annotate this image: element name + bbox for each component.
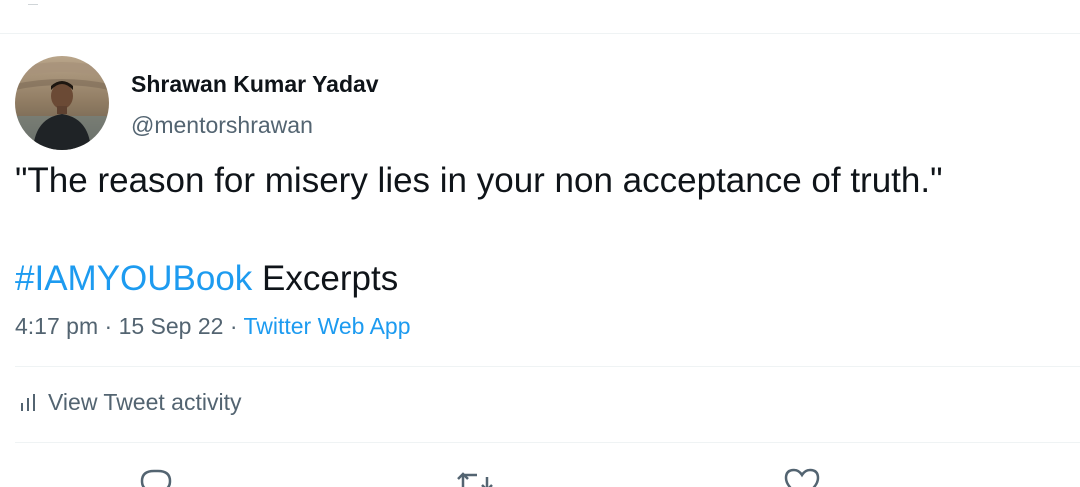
retweet-button[interactable] bbox=[455, 465, 495, 487]
profile-photo-icon bbox=[15, 56, 109, 150]
tweet-text-hashtag-line: #IAMYOUBook Excerpts bbox=[15, 256, 398, 302]
tweet-source-link[interactable]: Twitter Web App bbox=[243, 313, 410, 339]
meta-separator: · bbox=[223, 313, 244, 339]
tweet-meta: 4:17 pm · 15 Sep 22 · Twitter Web App bbox=[15, 313, 411, 340]
author-display-name[interactable]: Shrawan Kumar Yadav bbox=[131, 71, 379, 98]
top-divider bbox=[0, 33, 1080, 34]
top-edge-mark bbox=[28, 0, 38, 5]
hashtag-link[interactable]: #IAMYOUBook bbox=[15, 259, 252, 298]
meta-separator: · bbox=[98, 313, 119, 339]
divider bbox=[15, 442, 1080, 443]
reply-icon bbox=[140, 469, 172, 487]
bar-chart-icon bbox=[21, 393, 35, 411]
retweet-icon bbox=[457, 472, 493, 487]
like-button[interactable] bbox=[782, 465, 822, 487]
tweet-date[interactable]: 15 Sep 22 bbox=[119, 313, 224, 339]
reply-button[interactable] bbox=[136, 465, 176, 487]
view-activity-button[interactable]: View Tweet activity bbox=[18, 389, 241, 416]
tweet-text-suffix: Excerpts bbox=[252, 259, 399, 298]
avatar[interactable] bbox=[15, 56, 109, 150]
tweet-text: "The reason for misery lies in your non … bbox=[15, 161, 943, 200]
view-activity-label: View Tweet activity bbox=[48, 389, 242, 415]
author-handle[interactable]: @mentorshrawan bbox=[131, 112, 313, 139]
divider bbox=[15, 366, 1080, 367]
tweet-time[interactable]: 4:17 pm bbox=[15, 313, 98, 339]
like-icon bbox=[784, 468, 820, 487]
